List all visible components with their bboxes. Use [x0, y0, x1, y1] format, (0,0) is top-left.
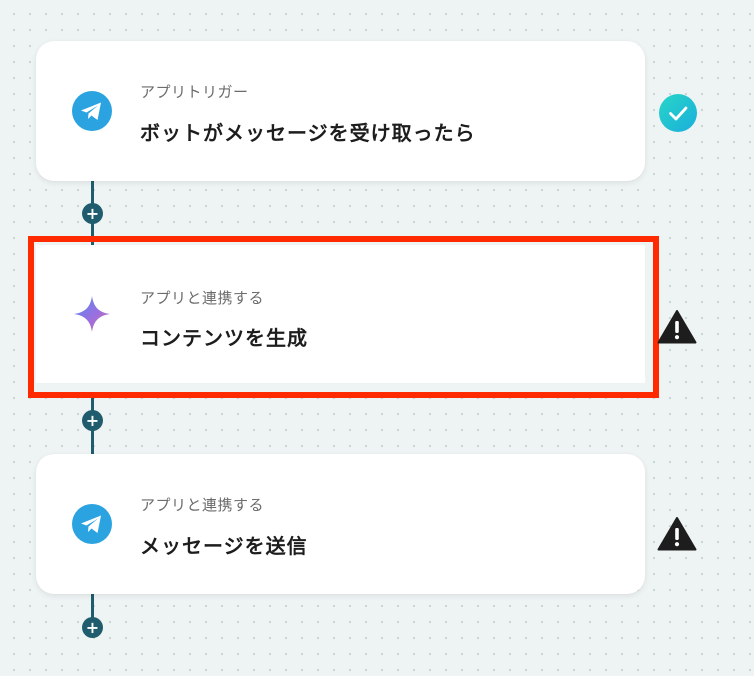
step-title: コンテンツを生成 — [140, 326, 308, 350]
step-card-send[interactable]: アプリと連携する メッセージを送信 — [36, 454, 645, 594]
gemini-sparkle-icon — [74, 296, 110, 332]
step-type-label: アプリと連携する — [140, 496, 265, 514]
step-type-label: アプリトリガー — [140, 83, 249, 101]
telegram-icon — [72, 91, 112, 131]
warning-icon — [657, 310, 697, 344]
step-title: メッセージを送信 — [140, 534, 308, 558]
step-type-label: アプリと連携する — [140, 289, 265, 307]
add-step-button[interactable]: + — [82, 203, 103, 224]
telegram-icon — [72, 504, 112, 544]
add-step-button[interactable]: + — [82, 617, 103, 638]
warning-icon — [657, 517, 697, 551]
step-card-generate[interactable]: アプリと連携する コンテンツを生成 — [36, 245, 645, 383]
success-check-icon — [659, 94, 697, 132]
step-card-trigger[interactable]: アプリトリガー ボットがメッセージを受け取ったら — [36, 41, 645, 181]
step-title: ボットがメッセージを受け取ったら — [140, 121, 476, 145]
add-step-button[interactable]: + — [82, 410, 103, 431]
